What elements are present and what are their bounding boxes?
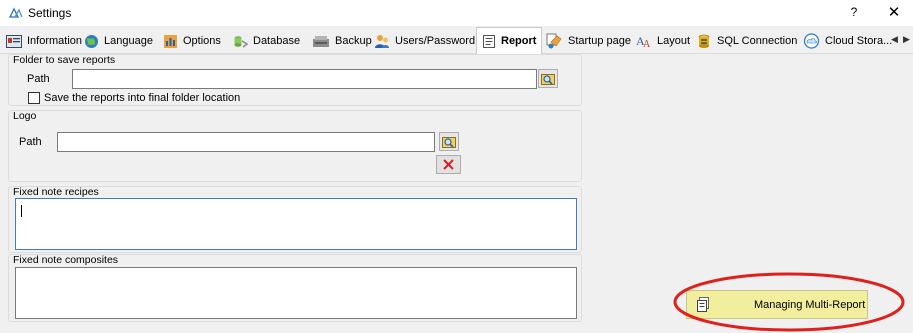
save-final-folder-checkbox[interactable] bbox=[28, 92, 40, 104]
logo-browse-button[interactable] bbox=[439, 132, 459, 151]
group-title: Fixed note recipes bbox=[13, 186, 99, 198]
tab-language[interactable]: Language bbox=[82, 29, 155, 53]
tab-scroll-left-button[interactable]: ◀ bbox=[891, 34, 898, 45]
tab-label: Options bbox=[183, 35, 221, 47]
browse-folder-icon bbox=[541, 74, 555, 85]
group-title: Folder to save reports bbox=[13, 54, 116, 66]
title-bar: Settings ? ✕ bbox=[0, 0, 913, 26]
cloud-storage-icon bbox=[803, 33, 820, 49]
tab-label: SQL Connection bbox=[717, 35, 798, 47]
managing-multi-report-button[interactable]: Managing Multi-Report bbox=[686, 290, 868, 319]
group-title: Fixed note composites bbox=[13, 254, 119, 266]
tab-cloud-storage[interactable]: Cloud Stora... bbox=[801, 29, 894, 53]
layout-icon: A A bbox=[636, 34, 651, 48]
group-title: Logo bbox=[13, 110, 37, 122]
tab-database[interactable]: Database bbox=[231, 29, 302, 53]
globe-icon bbox=[85, 34, 98, 48]
tab-label: Backup bbox=[335, 35, 372, 47]
tab-report[interactable]: Report bbox=[476, 27, 543, 54]
delete-x-icon bbox=[443, 159, 454, 170]
tab-strip: Information Language Options Database Ba… bbox=[0, 26, 913, 54]
logo-path-label: Path bbox=[19, 136, 42, 148]
information-icon bbox=[6, 34, 22, 48]
managing-multi-report-label: Managing Multi-Report bbox=[754, 299, 866, 311]
tab-label: Layout bbox=[657, 35, 691, 47]
app-icon bbox=[9, 7, 23, 18]
tab-information[interactable]: Information bbox=[4, 29, 84, 53]
backup-icon bbox=[313, 36, 329, 47]
report-icon bbox=[483, 34, 495, 48]
tab-label: Language bbox=[104, 35, 153, 47]
logo-group: Logo Path bbox=[8, 110, 582, 182]
window-title: Settings bbox=[28, 6, 72, 20]
folder-to-save-reports-group: Folder to save reports Path Save the rep… bbox=[8, 54, 582, 106]
tab-startup-page[interactable]: Startup page bbox=[543, 29, 633, 53]
tab-label: Cloud Stora... bbox=[825, 35, 893, 47]
fixed-note-composites-textarea[interactable] bbox=[15, 267, 577, 319]
folder-path-label: Path bbox=[27, 73, 50, 85]
tab-label: Information bbox=[27, 35, 83, 47]
tab-label: Report bbox=[501, 35, 537, 47]
fixed-note-composites-group: Fixed note composites bbox=[8, 254, 582, 322]
database-icon bbox=[234, 35, 248, 48]
tab-backup[interactable]: Backup bbox=[310, 29, 374, 53]
svg-text:A: A bbox=[643, 39, 651, 48]
logo-path-input[interactable] bbox=[57, 132, 435, 152]
startup-page-icon bbox=[546, 33, 562, 49]
tab-layout[interactable]: A A Layout bbox=[634, 29, 692, 53]
sql-connection-icon bbox=[698, 34, 710, 48]
tab-label: Database bbox=[253, 35, 301, 47]
tab-options[interactable]: Options bbox=[161, 29, 223, 53]
tab-label: Users/Password bbox=[395, 35, 476, 47]
fixed-note-recipes-textarea[interactable] bbox=[15, 198, 577, 250]
users-icon bbox=[375, 34, 389, 48]
tab-scroll-right-button[interactable]: ▶ bbox=[903, 34, 910, 45]
help-button[interactable]: ? bbox=[846, 5, 862, 19]
text-caret bbox=[21, 205, 22, 217]
browse-folder-icon bbox=[442, 137, 456, 148]
folder-browse-button[interactable] bbox=[538, 69, 558, 88]
close-button[interactable]: ✕ bbox=[884, 3, 904, 21]
tab-sql-connection[interactable]: SQL Connection bbox=[694, 29, 799, 53]
save-final-folder-label: Save the reports into final folder locat… bbox=[44, 92, 241, 104]
tab-users-password[interactable]: Users/Password bbox=[372, 29, 477, 53]
multi-report-icon bbox=[697, 297, 709, 312]
logo-delete-button[interactable] bbox=[436, 155, 461, 174]
options-icon bbox=[164, 34, 177, 48]
folder-path-input[interactable] bbox=[72, 69, 537, 89]
tab-label: Startup page bbox=[568, 35, 631, 47]
fixed-note-recipes-group: Fixed note recipes bbox=[8, 186, 582, 253]
